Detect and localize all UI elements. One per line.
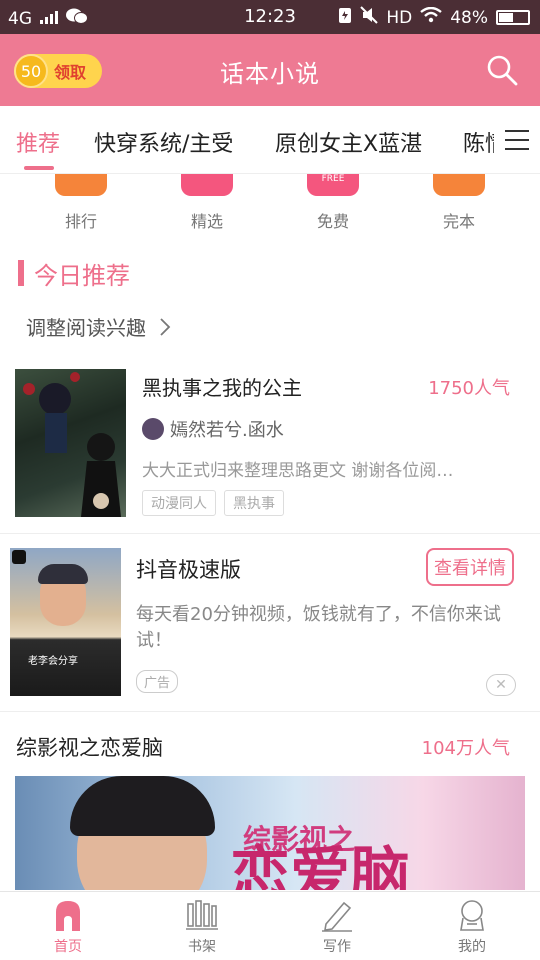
- book-cover: [15, 369, 126, 517]
- bookshelf-icon: [185, 898, 219, 932]
- ad-badge: 广告: [136, 670, 179, 693]
- book-author: 嫣然若兮.函水: [142, 416, 284, 442]
- adjust-label: 调整阅读兴趣: [26, 316, 146, 340]
- ad-title: 抖音极速版: [136, 558, 241, 582]
- nav-label: 书架: [188, 939, 216, 955]
- banner-hair: [70, 776, 215, 836]
- tabs-menu-icon[interactable]: [494, 116, 540, 164]
- category-shortcuts: 排行 精选 FREE 免费 完本: [0, 174, 540, 236]
- user-icon: [455, 898, 489, 932]
- tab-recommend[interactable]: 推荐: [16, 126, 60, 158]
- pen-icon: [320, 898, 354, 932]
- nav-label: 写作: [323, 939, 351, 955]
- shortcut-free[interactable]: FREE 免费: [293, 174, 373, 232]
- book-tag[interactable]: 黑执事: [224, 490, 284, 516]
- bottom-navigation: 首页 书架 写作 我的: [0, 891, 540, 960]
- section-title: 今日推荐: [34, 261, 130, 290]
- close-ad-icon[interactable]: ✕: [486, 674, 516, 696]
- tab-original-female[interactable]: 原创女主X蓝湛: [275, 126, 422, 158]
- battery-saver-icon: [338, 6, 352, 29]
- ad-card[interactable]: 老李会分享 抖音极速版 查看详情 每天看20分钟视频，饭钱就有了，不信你来试试！…: [0, 534, 540, 712]
- app-title: 话本小说: [220, 60, 320, 88]
- search-icon[interactable]: [486, 54, 518, 86]
- book-description: 大大正式归来整理思路更文 谢谢各位阅…: [142, 461, 454, 481]
- nav-profile[interactable]: 我的: [432, 898, 512, 956]
- shortcut-completed[interactable]: 完本: [419, 174, 499, 232]
- section-bar: [18, 260, 24, 286]
- chevron-right-icon: [160, 318, 171, 336]
- book-title[interactable]: 综影视之恋爱脑: [16, 732, 163, 762]
- nav-label: 我的: [458, 939, 486, 955]
- tiktok-logo-icon: [12, 550, 26, 564]
- section-header: 今日推荐: [18, 258, 130, 290]
- completed-icon: [433, 174, 485, 196]
- free-icon: FREE: [307, 174, 359, 196]
- book-tag[interactable]: 动漫同人: [142, 490, 216, 516]
- book-popularity: 1750人气: [428, 378, 510, 399]
- book-banner[interactable]: 综影视之 恋爱脑: [15, 776, 525, 890]
- nav-label: 首页: [54, 939, 82, 955]
- ad-image-caption: 老李会分享: [28, 656, 78, 667]
- active-tab-indicator: [24, 166, 54, 170]
- star-icon: [181, 174, 233, 196]
- nav-home[interactable]: 首页: [28, 898, 108, 956]
- shortcut-label: 精选: [190, 212, 223, 231]
- ad-image: 老李会分享: [10, 548, 121, 696]
- nav-write[interactable]: 写作: [297, 898, 377, 956]
- shortcut-ranking[interactable]: 排行: [41, 174, 121, 232]
- author-name: 嫣然若兮.函水: [170, 420, 284, 441]
- shortcut-label: 免费: [316, 212, 349, 231]
- home-icon: [51, 898, 85, 932]
- nav-bookshelf[interactable]: 书架: [162, 898, 242, 956]
- shortcut-label: 排行: [64, 212, 97, 231]
- battery-percent: 48%: [450, 7, 488, 28]
- category-tabs: 推荐 快穿系统/主受 原创女主X蓝湛 陈情: [0, 106, 540, 174]
- battery-icon: [496, 10, 530, 25]
- book-title: 黑执事之我的公主: [142, 376, 302, 400]
- wifi-icon: [420, 6, 442, 28]
- adjust-interest-link[interactable]: 调整阅读兴趣: [26, 312, 172, 341]
- book-popularity: 104万人气: [421, 738, 510, 759]
- app-header: 50 领取 话本小说: [0, 34, 540, 106]
- book-tags: 动漫同人 黑执事: [142, 490, 284, 516]
- tab-quick-travel[interactable]: 快穿系统/主受: [94, 126, 233, 158]
- banner-title: 恋爱脑: [230, 841, 410, 890]
- ad-person-hat: [38, 564, 88, 584]
- hd-label: HD: [386, 7, 413, 28]
- status-bar: 4G 12:23 HD 48%: [0, 0, 540, 34]
- ranking-icon: [55, 174, 107, 196]
- view-details-button[interactable]: 查看详情: [426, 548, 514, 586]
- mute-icon: [360, 6, 379, 29]
- book-card[interactable]: 黑执事之我的公主 1750人气 嫣然若兮.函水 大大正式归来整理思路更文 谢谢各…: [0, 368, 540, 534]
- ad-description: 每天看20分钟视频，饭钱就有了，不信你来试试！: [136, 604, 501, 651]
- shortcut-label: 完本: [442, 212, 475, 231]
- avatar: [142, 418, 164, 440]
- shortcut-featured[interactable]: 精选: [167, 174, 247, 232]
